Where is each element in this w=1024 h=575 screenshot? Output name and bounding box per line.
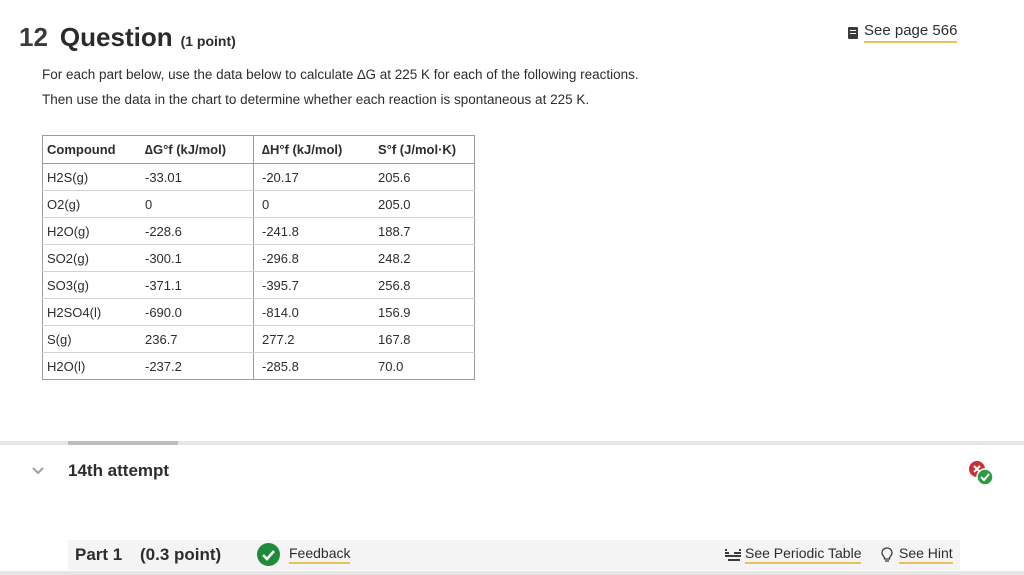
table-row: SO2(g) -300.1 -296.8 248.2 [42, 244, 475, 272]
entropy-cell: 256.8 [370, 271, 475, 299]
table-row: H2SO4(l) -690.0 -814.0 156.9 [42, 298, 475, 326]
book-icon [848, 26, 858, 39]
check-circle-icon [257, 543, 280, 566]
delta-h-cell: -20.17 [253, 163, 370, 191]
prompt-line-2: Then use the data in the chart to determ… [42, 92, 590, 107]
table-row: SO3(g) -371.1 -395.7 256.8 [42, 271, 475, 299]
entropy-cell: 188.7 [370, 217, 475, 245]
feedback-link[interactable]: Feedback [289, 545, 351, 564]
compound-cell: H2O(l) [47, 358, 86, 374]
delta-g-cell: -237.2 [145, 358, 182, 374]
table-row: S(g) 236.7 277.2 167.8 [42, 325, 475, 353]
chevron-down-icon[interactable] [31, 463, 45, 477]
part-label: Part 1 [75, 545, 123, 564]
lightbulb-icon [881, 546, 893, 562]
see-page-label: See page 566 [864, 22, 958, 43]
compound-cell: SO2(g) [42, 244, 137, 272]
delta-h-cell: 277.2 [253, 325, 370, 353]
delta-h-cell: -296.8 [253, 244, 370, 272]
delta-g-cell: 236.7 [137, 325, 254, 353]
entropy-cell: 167.8 [370, 325, 475, 353]
delta-g-cell: -371.1 [137, 271, 254, 299]
delta-g-cell: -228.6 [137, 217, 254, 245]
question-title: Question [59, 22, 173, 52]
question-header: 12 Question (1 point) [19, 22, 236, 53]
delta-h-cell: -285.8 [253, 352, 370, 380]
periodic-table-label: See Periodic Table [745, 545, 862, 564]
table-row: H2O(g) -228.6 -241.8 188.7 [42, 217, 475, 245]
compound-cell: S(g) [42, 325, 137, 353]
scroll-indicator [68, 441, 178, 445]
delta-h-cell: 0 [253, 190, 370, 218]
compound-cell: H2SO4(l) [42, 298, 137, 326]
delta-h-cell: -814.0 [253, 298, 370, 326]
bottom-divider [0, 571, 1024, 575]
delta-g-cell: 0 [137, 190, 254, 218]
delta-g-cell: -300.1 [137, 244, 254, 272]
delta-h-cell: -395.7 [253, 271, 370, 299]
header-delta-h: ∆H°f (kJ/mol) [253, 135, 370, 164]
compound-cell: H2O(g) [42, 217, 137, 245]
header-delta-g: ∆G°f (kJ/mol) [137, 135, 254, 164]
compound-cell: SO3(g) [42, 271, 137, 299]
table-header-row: Compound ∆G°f (kJ/mol) ∆H°f (kJ/mol) S°f… [42, 135, 475, 164]
table-row: H2O(l) -237.2 -285.8 70.0 [43, 352, 475, 380]
delta-g-cell: -33.01 [137, 163, 254, 191]
compound-cell: H2S(g) [42, 163, 137, 191]
header-compound: Compound [42, 135, 137, 164]
entropy-cell: 248.2 [370, 244, 475, 272]
compound-cell: O2(g) [42, 190, 137, 218]
see-page-link[interactable]: See page 566 [848, 22, 958, 43]
table-row: O2(g) 0 0 205.0 [42, 190, 475, 218]
attempt-label: 14th attempt [68, 461, 170, 480]
hint-link[interactable]: See Hint [881, 545, 953, 564]
question-prompt: For each part below, use the data below … [42, 62, 639, 112]
entropy-cell: 156.9 [370, 298, 475, 326]
entropy-cell: 205.0 [370, 190, 475, 218]
periodic-table-link[interactable]: See Periodic Table [725, 545, 862, 564]
entropy-cell: 70.0 [378, 358, 404, 374]
entropy-cell: 205.6 [370, 163, 475, 191]
thermo-data-table: Compound ∆G°f (kJ/mol) ∆H°f (kJ/mol) S°f… [42, 135, 475, 380]
delta-h-cell: -241.8 [253, 217, 370, 245]
table-row: H2S(g) -33.01 -20.17 205.6 [42, 163, 475, 191]
periodic-table-icon [725, 548, 741, 561]
question-number: 12 [19, 22, 48, 52]
attempt-status-icon [968, 460, 994, 486]
hint-label: See Hint [899, 545, 953, 564]
part-points: (0.3 point) [140, 545, 222, 564]
delta-g-cell: -690.0 [137, 298, 254, 326]
header-entropy: S°f (J/mol·K) [370, 135, 475, 164]
question-points: (1 point) [180, 33, 236, 49]
prompt-line-1: For each part below, use the data below … [42, 67, 639, 82]
